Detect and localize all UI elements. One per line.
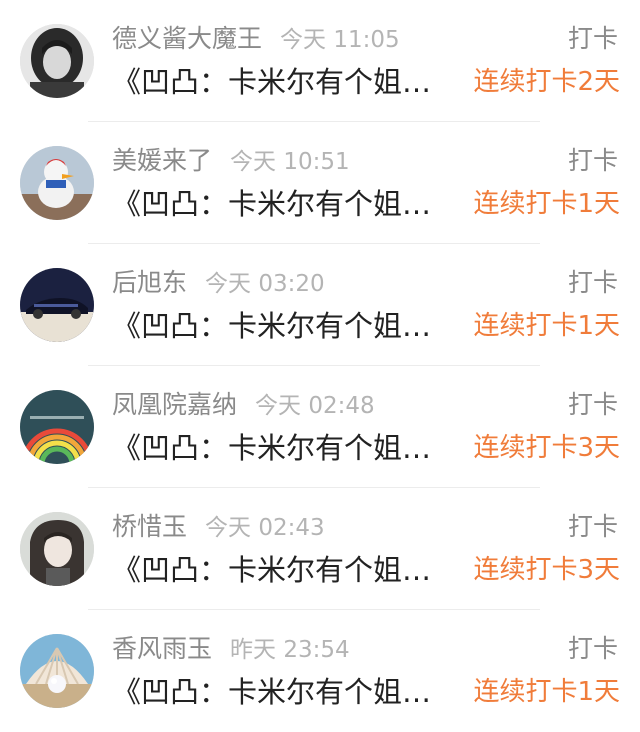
avatar-pearl-shell-icon[interactable] bbox=[20, 634, 94, 708]
checkin-label: 打卡 bbox=[567, 268, 618, 297]
book-title[interactable]: 《凹凸：卡米尔有个姐姐》 bbox=[112, 428, 448, 468]
user-name-text[interactable]: 香风雨玉 bbox=[112, 634, 212, 663]
user-name[interactable]: 桥惜玉 今天 02:43 bbox=[112, 510, 325, 545]
avatar-anime-girl-icon[interactable] bbox=[20, 512, 94, 586]
list-item[interactable]: 香风雨玉 昨天 23:54 打卡 《凹凸：卡米尔有个姐姐》 连续打卡1天 bbox=[0, 610, 640, 732]
post-time: 今天 11:05 bbox=[280, 27, 400, 53]
user-name[interactable]: 德义酱大魔王 今天 11:05 bbox=[112, 22, 400, 57]
checkin-label: 打卡 bbox=[567, 24, 618, 53]
streak-badge: 连续打卡2天 bbox=[473, 67, 620, 97]
book-title[interactable]: 《凹凸：卡米尔有个姐姐》 bbox=[112, 62, 448, 102]
user-name-text[interactable]: 凤凰院嘉纳 bbox=[112, 390, 237, 419]
post-time: 今天 03:20 bbox=[205, 271, 325, 297]
checkin-list: 德义酱大魔王 今天 11:05 打卡 《凹凸：卡米尔有个姐姐》 连续打卡2天 美媛… bbox=[0, 0, 640, 718]
streak-badge: 连续打卡3天 bbox=[473, 433, 620, 463]
user-name-text[interactable]: 德义酱大魔王 bbox=[112, 24, 262, 53]
user-name[interactable]: 后旭东 今天 03:20 bbox=[112, 266, 325, 301]
post-time: 昨天 23:54 bbox=[230, 637, 350, 663]
list-item[interactable]: 德义酱大魔王 今天 11:05 打卡 《凹凸：卡米尔有个姐姐》 连续打卡2天 bbox=[0, 0, 640, 122]
user-name[interactable]: 凤凰院嘉纳 今天 02:48 bbox=[112, 388, 375, 423]
book-title[interactable]: 《凹凸：卡米尔有个姐姐》 bbox=[112, 184, 448, 224]
checkin-label: 打卡 bbox=[567, 146, 618, 175]
avatar-rainbow-icon[interactable] bbox=[20, 390, 94, 464]
avatar-sports-car-icon[interactable] bbox=[20, 268, 94, 342]
avatar-girl-bw-icon[interactable] bbox=[20, 24, 94, 98]
book-title[interactable]: 《凹凸：卡米尔有个姐姐》 bbox=[112, 550, 448, 590]
user-name-text[interactable]: 后旭东 bbox=[112, 268, 187, 297]
checkin-label: 打卡 bbox=[567, 390, 618, 419]
streak-badge: 连续打卡1天 bbox=[473, 311, 620, 341]
post-time: 今天 02:48 bbox=[255, 393, 375, 419]
list-item[interactable]: 凤凰院嘉纳 今天 02:48 打卡 《凹凸：卡米尔有个姐姐》 连续打卡3天 bbox=[0, 366, 640, 488]
checkin-label: 打卡 bbox=[567, 634, 618, 663]
book-title[interactable]: 《凹凸：卡米尔有个姐姐》 bbox=[112, 306, 448, 346]
user-name-text[interactable]: 桥惜玉 bbox=[112, 512, 187, 541]
user-name-text[interactable]: 美媛来了 bbox=[112, 146, 212, 175]
streak-badge: 连续打卡1天 bbox=[473, 677, 620, 707]
list-item[interactable]: 后旭东 今天 03:20 打卡 《凹凸：卡米尔有个姐姐》 连续打卡1天 bbox=[0, 244, 640, 366]
list-item[interactable]: 桥惜玉 今天 02:43 打卡 《凹凸：卡米尔有个姐姐》 连续打卡3天 bbox=[0, 488, 640, 610]
checkin-label: 打卡 bbox=[567, 512, 618, 541]
avatar-duck-toy-icon[interactable] bbox=[20, 146, 94, 220]
streak-badge: 连续打卡3天 bbox=[473, 555, 620, 585]
post-time: 今天 10:51 bbox=[230, 149, 350, 175]
list-item[interactable]: 美媛来了 今天 10:51 打卡 《凹凸：卡米尔有个姐姐》 连续打卡1天 bbox=[0, 122, 640, 244]
book-title[interactable]: 《凹凸：卡米尔有个姐姐》 bbox=[112, 672, 448, 712]
user-name[interactable]: 美媛来了 今天 10:51 bbox=[112, 144, 350, 179]
streak-badge: 连续打卡1天 bbox=[473, 189, 620, 219]
user-name[interactable]: 香风雨玉 昨天 23:54 bbox=[112, 632, 350, 667]
post-time: 今天 02:43 bbox=[205, 515, 325, 541]
